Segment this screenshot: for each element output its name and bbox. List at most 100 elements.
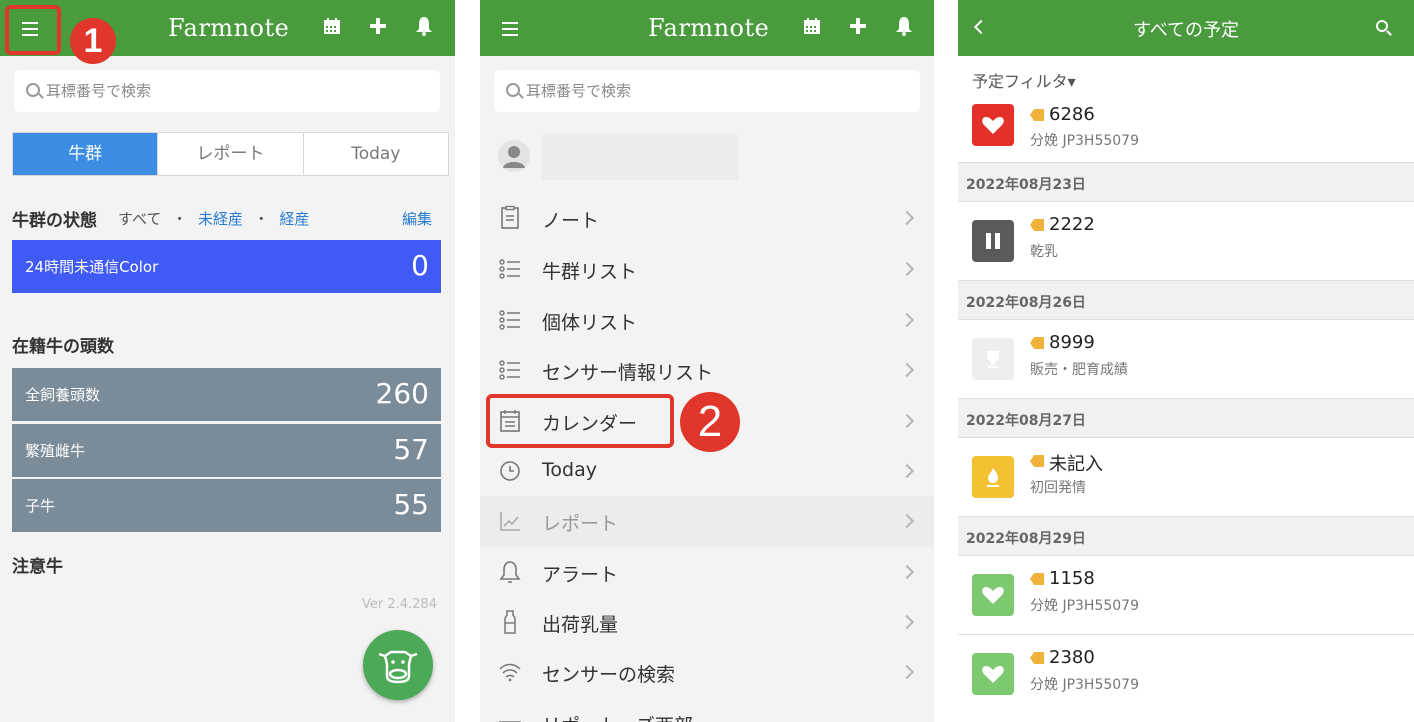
add-icon[interactable] xyxy=(366,16,390,40)
chevron-right-icon xyxy=(899,614,915,630)
event-ear-tag: 2380 xyxy=(1049,647,1095,668)
list-icon xyxy=(499,310,520,330)
menu-item-individual-list[interactable]: 個体リスト xyxy=(480,295,934,346)
ear-tag-search-input[interactable]: 耳標番号で検索 xyxy=(14,70,440,112)
chevron-right-icon xyxy=(899,261,915,277)
tab-herd[interactable]: 牛群 xyxy=(13,133,159,175)
top-app-bar: Farmnote xyxy=(480,0,934,56)
chart-icon xyxy=(500,512,520,531)
menu-item-herd-list[interactable]: 牛群リスト xyxy=(480,244,934,295)
menu-item-partial[interactable]: リポートーズ西部 xyxy=(480,698,934,722)
milk-bottle-icon xyxy=(504,610,516,634)
menu-item-sensor-search[interactable]: センサーの検索 xyxy=(480,647,934,698)
filter-unstaged[interactable]: 未経産 xyxy=(198,210,243,228)
flame-icon xyxy=(972,456,1014,498)
menu-item-today[interactable]: Today xyxy=(480,446,934,497)
search-icon xyxy=(26,83,40,97)
filter-staged[interactable]: 経産 xyxy=(280,210,310,228)
count-row-value: 57 xyxy=(393,433,429,466)
menu-item-sensor-list[interactable]: センサー情報リスト xyxy=(480,345,934,396)
farmnote-logo: Farmnote xyxy=(648,14,770,42)
cow-fab-button[interactable] xyxy=(363,630,433,700)
herd-status-filters: すべて ・ 未経産 ・ 経産 xyxy=(118,208,310,229)
schedule-event[interactable]: 2222 乾乳 xyxy=(958,202,1414,280)
tag-icon xyxy=(1030,337,1044,349)
tab-today[interactable]: Today xyxy=(304,133,448,175)
user-profile-row[interactable] xyxy=(480,130,934,182)
side-menu-screen: Farmnote 耳標番号で検索 ノート 牛群リスト 個体リスト センサー情報リ… xyxy=(480,0,934,722)
filter-all[interactable]: すべて xyxy=(118,210,161,228)
mail-icon xyxy=(499,721,521,722)
menu-item-label: アラート xyxy=(542,564,619,586)
status-row-no-communication[interactable]: 24時間未通信Color 0 xyxy=(12,240,441,293)
chevron-right-icon xyxy=(899,362,915,378)
schedule-event[interactable]: 6286 分娩 JP3H55079 xyxy=(958,90,1414,162)
date-header: 2022年08月27日 xyxy=(958,398,1414,438)
count-row-value: 260 xyxy=(375,377,429,410)
schedule-event[interactable]: 8999 販売・肥育成績 xyxy=(958,320,1414,398)
avatar xyxy=(498,140,530,172)
calendar-icon[interactable] xyxy=(320,16,344,40)
clock-icon xyxy=(500,461,520,481)
menu-item-report[interactable]: レポート xyxy=(480,496,934,547)
menu-button-highlight xyxy=(5,5,61,55)
wifi-icon xyxy=(499,663,521,682)
schedule-event[interactable]: 1158 分娩 JP3H55079 xyxy=(958,556,1414,634)
tag-icon xyxy=(1030,573,1044,585)
list-icon xyxy=(499,360,520,380)
menu-item-label: 牛群リスト xyxy=(542,261,638,283)
event-subtitle: 販売・肥育成績 xyxy=(1030,362,1128,378)
date-label: 2022年08月23日 xyxy=(966,177,1086,193)
menu-item-label: センサー情報リスト xyxy=(542,362,714,384)
menu-item-label: リポートーズ西部 xyxy=(542,711,693,722)
bell-icon[interactable] xyxy=(892,16,916,40)
bell-icon xyxy=(499,561,521,583)
event-subtitle: 分娩 JP3H55079 xyxy=(1030,598,1139,614)
pause-icon xyxy=(972,220,1014,262)
chevron-right-icon xyxy=(899,210,915,226)
count-row-breeding-cows[interactable]: 繁殖雌牛 57 xyxy=(12,424,441,477)
page-title: すべての予定 xyxy=(1132,20,1240,41)
tag-icon xyxy=(1030,455,1044,467)
chevron-right-icon xyxy=(899,513,915,529)
chevron-right-icon xyxy=(899,564,915,580)
search-placeholder: 耳標番号で検索 xyxy=(526,82,632,100)
calendar-highlight xyxy=(486,394,674,448)
home-screen: Farmnote 1 耳標番号で検索 牛群 レポート Today 牛群の状態 す… xyxy=(0,0,455,722)
calendar-icon[interactable] xyxy=(800,16,824,40)
date-label: 2022年08月29日 xyxy=(966,531,1086,547)
event-subtitle: 乾乳 xyxy=(1030,244,1058,260)
date-header: 2022年08月23日 xyxy=(958,162,1414,202)
chevron-right-icon xyxy=(899,463,915,479)
menu-item-shipped-milk[interactable]: 出荷乳量 xyxy=(480,597,934,648)
menu-item-label: 個体リスト xyxy=(542,312,638,334)
count-row-label: 子牛 xyxy=(25,497,56,515)
tag-icon xyxy=(1030,109,1044,121)
edit-link[interactable]: 編集 xyxy=(402,208,432,229)
ear-tag-search-input[interactable]: 耳標番号で検索 xyxy=(494,70,920,112)
chevron-right-icon xyxy=(899,312,915,328)
add-icon[interactable] xyxy=(846,16,870,40)
herd-status-title: 牛群の状態 xyxy=(12,211,97,231)
event-subtitle: 分娩 JP3H55079 xyxy=(1030,677,1139,693)
all-schedules-screen: すべての予定 予定フィルタ▾ 6286 分娩 JP3H55079 2022年08… xyxy=(958,0,1414,722)
list-icon xyxy=(499,259,520,279)
menu-button[interactable] xyxy=(492,16,528,42)
search-button[interactable] xyxy=(1374,18,1394,38)
home-tabs: 牛群 レポート Today xyxy=(12,132,449,176)
menu-item-label: Today xyxy=(542,459,597,481)
bell-icon[interactable] xyxy=(412,16,436,40)
search-placeholder: 耳標番号で検索 xyxy=(46,82,152,100)
menu-item-label: ノート xyxy=(542,210,600,232)
schedule-filter[interactable]: 予定フィルタ▾ xyxy=(972,68,1076,92)
date-header: 2022年08月29日 xyxy=(958,516,1414,556)
menu-item-alert[interactable]: アラート xyxy=(480,547,934,598)
tag-icon xyxy=(1030,652,1044,664)
schedule-event[interactable]: 未記入 初回発情 xyxy=(958,438,1414,516)
count-row-calves[interactable]: 子牛 55 xyxy=(12,479,441,532)
tab-report[interactable]: レポート xyxy=(158,133,304,175)
count-row-total[interactable]: 全飼養頭数 260 xyxy=(12,368,441,421)
schedule-event[interactable]: 2380 分娩 JP3H55079 xyxy=(958,635,1414,713)
menu-item-note[interactable]: ノート xyxy=(480,193,934,244)
user-name-redacted xyxy=(542,134,738,180)
